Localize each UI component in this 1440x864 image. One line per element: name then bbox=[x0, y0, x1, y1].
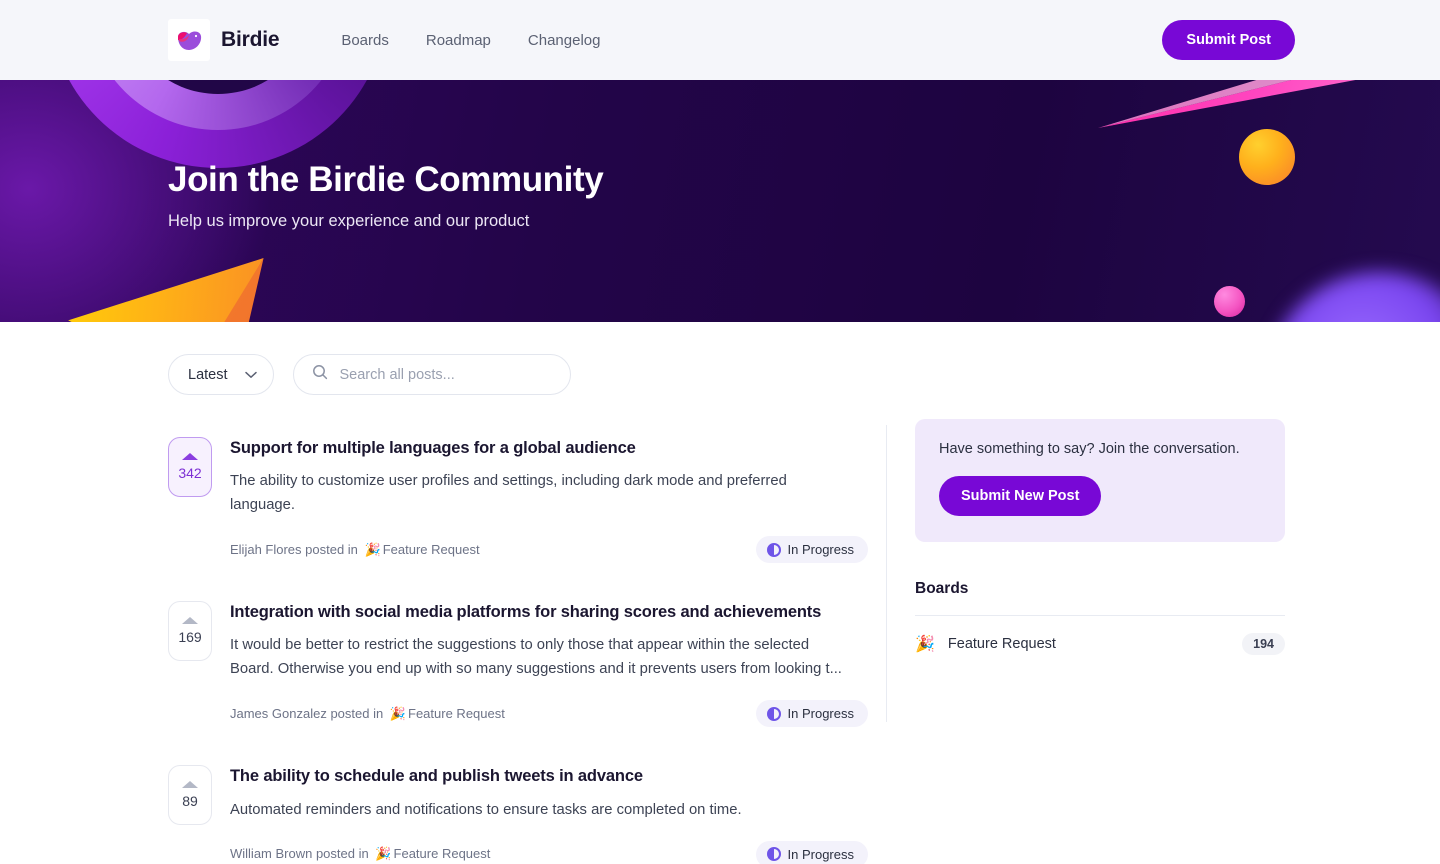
sort-dropdown[interactable]: Latest bbox=[168, 354, 274, 395]
post-description: The ability to customize user profiles a… bbox=[230, 473, 787, 514]
post-meta-row: James Gonzalez posted in 🎉 Feature Reques… bbox=[230, 700, 868, 728]
post-author[interactable]: Elijah Flores bbox=[230, 542, 302, 557]
submit-new-post-button[interactable]: Submit New Post bbox=[939, 476, 1102, 516]
chevron-down-icon bbox=[244, 366, 257, 384]
post-content: The ability to schedule and publish twee… bbox=[230, 765, 868, 864]
nav-item-boards[interactable]: Boards bbox=[341, 32, 389, 49]
boards-heading: Boards bbox=[915, 580, 969, 597]
post-board-name[interactable]: Feature Request bbox=[394, 846, 491, 861]
post-board-name[interactable]: Feature Request bbox=[383, 542, 480, 557]
brand-name: Birdie bbox=[221, 28, 280, 51]
sidebar: Have something to say? Join the conversa… bbox=[915, 419, 1285, 864]
post-card[interactable]: 169 Integration with social media platfo… bbox=[168, 583, 868, 747]
status-badge-label: In Progress bbox=[787, 542, 854, 558]
sort-dropdown-value: Latest bbox=[188, 366, 228, 383]
status-badge: In Progress bbox=[755, 536, 868, 564]
search-icon bbox=[312, 364, 328, 385]
vote-button[interactable]: 169 bbox=[168, 601, 212, 662]
board-list-item[interactable]: 🎉 Feature Request 194 bbox=[915, 633, 1285, 655]
post-meta: Elijah Flores posted in 🎉 Feature Request bbox=[230, 542, 480, 558]
cta-text: Have something to say? Join the conversa… bbox=[939, 441, 1240, 457]
half-circle-progress-icon bbox=[766, 542, 781, 557]
hero-title: Join the Birdie Community bbox=[168, 160, 604, 199]
controls-row: Latest bbox=[168, 322, 1295, 395]
party-popper-icon: 🎉 bbox=[375, 846, 392, 862]
boards-divider bbox=[915, 615, 1285, 616]
nav-item-changelog[interactable]: Changelog bbox=[528, 32, 601, 49]
post-title[interactable]: The ability to schedule and publish twee… bbox=[230, 765, 868, 787]
hero-subtitle: Help us improve your experience and our … bbox=[168, 212, 530, 230]
posted-in-text: posted in bbox=[301, 541, 362, 557]
post-author[interactable]: James Gonzalez bbox=[230, 706, 327, 721]
search-input[interactable] bbox=[339, 366, 552, 383]
post-meta: James Gonzalez posted in 🎉 Feature Reques… bbox=[230, 706, 505, 722]
post-meta: William Brown posted in 🎉 Feature Request bbox=[230, 846, 490, 862]
content-grid: 342 Support for multiple languages for a… bbox=[168, 419, 1295, 864]
post-board-name[interactable]: Feature Request bbox=[408, 706, 505, 721]
cta-card: Have something to say? Join the conversa… bbox=[915, 419, 1285, 542]
vote-count: 89 bbox=[182, 793, 198, 810]
status-badge: In Progress bbox=[755, 700, 868, 728]
status-badge-label: In Progress bbox=[787, 706, 854, 722]
submit-post-button[interactable]: Submit Post bbox=[1162, 20, 1295, 60]
post-card[interactable]: 342 Support for multiple languages for a… bbox=[168, 419, 868, 583]
upvote-arrow-icon bbox=[182, 453, 198, 460]
post-meta-row: William Brown posted in 🎉 Feature Request… bbox=[230, 840, 868, 864]
posted-in-text: posted in bbox=[312, 846, 373, 862]
post-title[interactable]: Integration with social media platforms … bbox=[230, 601, 868, 623]
board-post-count: 194 bbox=[1242, 633, 1285, 655]
column-divider bbox=[886, 425, 887, 722]
post-author[interactable]: William Brown bbox=[230, 846, 312, 861]
hero-banner: Join the Birdie Community Help us improv… bbox=[0, 80, 1440, 322]
post-description: Automated reminders and notifications to… bbox=[230, 801, 742, 818]
nav-item-roadmap[interactable]: Roadmap bbox=[426, 32, 491, 49]
post-meta-row: Elijah Flores posted in 🎉 Feature Request… bbox=[230, 536, 868, 564]
page-body: Latest 342 bbox=[0, 322, 1440, 864]
vote-count: 342 bbox=[178, 465, 202, 481]
vote-count: 169 bbox=[178, 629, 202, 646]
post-content: Support for multiple languages for a glo… bbox=[230, 437, 868, 564]
brand-home-link[interactable]: Birdie bbox=[168, 19, 280, 61]
hero-content: Join the Birdie Community Help us improv… bbox=[0, 80, 1440, 322]
half-circle-progress-icon bbox=[766, 706, 781, 721]
posts-list: 342 Support for multiple languages for a… bbox=[168, 419, 868, 864]
vote-button[interactable]: 342 bbox=[168, 437, 212, 497]
post-content: Integration with social media platforms … bbox=[230, 601, 868, 728]
site-header: Birdie Boards Roadmap Changelog Submit P… bbox=[0, 0, 1440, 80]
vote-button[interactable]: 89 bbox=[168, 765, 212, 826]
post-title[interactable]: Support for multiple languages for a glo… bbox=[230, 437, 868, 459]
status-badge-label: In Progress bbox=[787, 846, 854, 862]
status-badge: In Progress bbox=[755, 840, 868, 864]
search-box[interactable] bbox=[292, 354, 571, 395]
party-popper-icon: 🎉 bbox=[364, 541, 381, 557]
post-description: It would be better to restrict the sugge… bbox=[230, 637, 842, 678]
party-popper-icon: 🎉 bbox=[915, 636, 935, 653]
upvote-arrow-icon bbox=[182, 781, 198, 789]
party-popper-icon: 🎉 bbox=[389, 705, 407, 721]
upvote-arrow-icon bbox=[182, 617, 198, 625]
main-nav: Boards Roadmap Changelog bbox=[341, 32, 600, 49]
birdie-bird-logo-icon bbox=[168, 19, 210, 61]
half-circle-progress-icon bbox=[766, 847, 781, 862]
posted-in-text: posted in bbox=[326, 705, 387, 721]
board-name: Feature Request bbox=[947, 636, 1056, 652]
post-card[interactable]: 89 The ability to schedule and publish t… bbox=[168, 747, 868, 864]
